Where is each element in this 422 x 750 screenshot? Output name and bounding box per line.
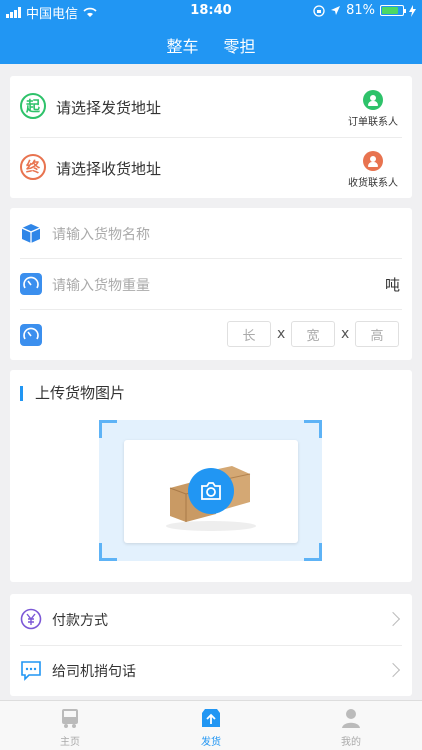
location-icon: [331, 6, 341, 15]
nav-mine-label: 我的: [341, 737, 361, 748]
goods-dimensions-row: 长 x 宽 x 高: [10, 309, 412, 360]
rotation-lock-icon: [313, 4, 325, 17]
message-bubble-icon: [21, 661, 41, 681]
nav-home[interactable]: 主页: [30, 707, 110, 748]
camera-button[interactable]: [188, 468, 234, 514]
order-contact-button[interactable]: 订单联系人: [344, 90, 402, 128]
chevron-right-icon: [385, 611, 401, 627]
receiver-contact-button[interactable]: 收货联系人: [344, 151, 402, 189]
user-icon: [342, 709, 360, 728]
goods-name-input[interactable]: 请输入货物名称: [52, 224, 150, 244]
package-icon: [21, 224, 41, 243]
frame-corner: [99, 543, 117, 561]
weight-gauge-icon: [20, 273, 42, 295]
bottom-navigation: 主页 发货 我的: [0, 700, 422, 750]
charging-icon: [409, 4, 416, 17]
camera-icon: [201, 482, 221, 500]
length-input[interactable]: 长: [227, 321, 271, 347]
upload-photo-area[interactable]: [99, 420, 322, 561]
upload-box-icon: [202, 709, 220, 727]
receiver-address-row[interactable]: 终 请选择收货地址 收货联系人: [10, 137, 412, 198]
width-input[interactable]: 宽: [291, 321, 335, 347]
nav-mine[interactable]: 我的: [311, 707, 391, 748]
goods-name-row[interactable]: 请输入货物名称: [10, 208, 412, 258]
status-bar: 中国电信 18:40 81%: [0, 0, 422, 22]
truck-icon: [62, 709, 78, 728]
nav-ship[interactable]: 发货: [171, 707, 251, 748]
chevron-right-icon: [385, 662, 401, 678]
times-sign: x: [341, 326, 350, 342]
driver-message-label: 给司机捎句话: [52, 664, 136, 680]
start-badge-icon: 起: [20, 93, 46, 119]
weight-unit-label: 吨: [384, 276, 400, 294]
nav-ship-label: 发货: [201, 737, 221, 748]
options-card: 付款方式 给司机捎句话: [10, 594, 412, 696]
end-badge-icon: 终: [20, 154, 46, 180]
sender-address-row[interactable]: 起 请选择发货地址 订单联系人: [10, 76, 412, 137]
goods-card: 请输入货物名称 请输入货物重量 吨 长 x 宽 x 高: [10, 208, 412, 360]
battery-percent: 81%: [346, 3, 375, 18]
app-header: 中国电信 18:40 81% 整车 零担: [0, 0, 422, 64]
frame-corner: [99, 420, 117, 438]
battery-icon: [380, 5, 406, 16]
order-contact-label: 订单联系人: [348, 117, 398, 128]
yen-icon: [20, 608, 42, 630]
receiver-address-label: 请选择收货地址: [56, 160, 162, 178]
driver-message-row[interactable]: 给司机捎句话: [10, 645, 412, 696]
frame-corner: [304, 420, 322, 438]
shipment-type-tabs: 整车 零担: [0, 33, 422, 57]
payment-method-row[interactable]: 付款方式: [10, 594, 412, 645]
sender-address-label: 请选择发货地址: [56, 99, 162, 117]
upload-card: 上传货物图片: [10, 370, 412, 582]
dimension-gauge-icon: [20, 324, 42, 346]
times-sign: x: [277, 326, 286, 342]
payment-method-label: 付款方式: [52, 613, 108, 629]
nav-home-label: 主页: [60, 737, 80, 748]
tab-full-truckload[interactable]: 整车: [166, 37, 198, 56]
photo-placeholder: [124, 440, 298, 543]
contact-person-icon: [363, 151, 383, 171]
contact-person-icon: [363, 90, 383, 110]
receiver-contact-label: 收货联系人: [348, 178, 398, 189]
frame-corner: [304, 543, 322, 561]
goods-weight-row[interactable]: 请输入货物重量 吨: [10, 258, 412, 309]
address-card: 起 请选择发货地址 订单联系人 终 请选择收货地址 收货联系人: [10, 76, 412, 198]
tab-less-than-truckload[interactable]: 零担: [224, 37, 256, 56]
height-input[interactable]: 高: [355, 321, 399, 347]
upload-title: 上传货物图片: [20, 386, 125, 401]
goods-weight-input[interactable]: 请输入货物重量: [52, 275, 150, 295]
